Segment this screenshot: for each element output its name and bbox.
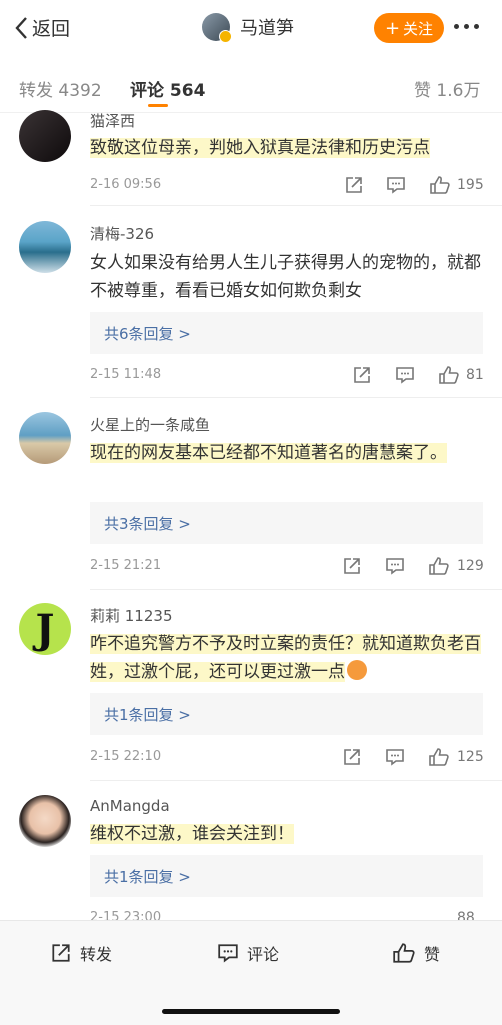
comment-username[interactable]: 火星上的一条咸鱼 bbox=[90, 414, 210, 435]
like-count: 129 bbox=[457, 558, 484, 574]
replies-link[interactable]: 共3条回复 > bbox=[90, 502, 483, 544]
like-button[interactable]: 赞 bbox=[392, 941, 440, 965]
avatar[interactable] bbox=[19, 412, 71, 464]
divider bbox=[90, 397, 502, 398]
like-icon bbox=[393, 943, 415, 963]
like-icon[interactable] bbox=[428, 747, 450, 767]
comment-time: 2-15 21:21 bbox=[90, 558, 162, 573]
tab-label: 赞 bbox=[414, 81, 431, 101]
comment-label: 评论 bbox=[247, 945, 280, 964]
comment-icon[interactable] bbox=[385, 747, 405, 767]
chevron-left-icon bbox=[15, 16, 27, 39]
tab-likes[interactable]: 赞 1.6万 bbox=[414, 76, 480, 101]
tab-label: 评论 bbox=[130, 81, 164, 101]
replies-link[interactable]: 共1条回复 > bbox=[90, 855, 483, 897]
comment-icon bbox=[218, 944, 238, 963]
top-bar: 返回 马道笋 + 关注 bbox=[0, 0, 502, 56]
more-icon[interactable] bbox=[454, 24, 479, 29]
tab-bar: 转发 4392 评论 564 赞 1.6万 bbox=[0, 60, 502, 113]
divider bbox=[90, 780, 502, 781]
avatar[interactable] bbox=[19, 110, 71, 162]
comment-username[interactable]: 清梅-326 bbox=[90, 223, 154, 244]
comment-time: 2-16 09:56 bbox=[90, 177, 162, 192]
replies-link[interactable]: 共1条回复 > bbox=[90, 693, 483, 735]
tab-comments[interactable]: 评论 564 bbox=[130, 76, 205, 101]
avatar[interactable] bbox=[19, 795, 71, 847]
comment-text: 现在的网友基本已经都不知道著名的唐慧案了。 bbox=[90, 443, 447, 463]
back-button[interactable]: 返回 bbox=[14, 14, 70, 41]
repost-icon[interactable] bbox=[342, 747, 362, 767]
comment-username[interactable]: 莉莉 11235 bbox=[90, 605, 173, 626]
comment-time: 2-15 23:00 bbox=[90, 910, 162, 920]
tab-label: 转发 bbox=[19, 81, 53, 101]
back-label: 返回 bbox=[32, 18, 71, 40]
like-count: 81 bbox=[466, 367, 484, 383]
tab-repost[interactable]: 转发 4392 bbox=[19, 76, 102, 101]
like-icon[interactable] bbox=[428, 556, 450, 576]
comment-time: 2-15 22:10 bbox=[90, 749, 162, 764]
comment-icon[interactable] bbox=[385, 556, 405, 576]
like-icon[interactable] bbox=[438, 365, 460, 385]
avatar[interactable] bbox=[19, 221, 71, 273]
repost-icon bbox=[52, 944, 70, 962]
tab-indicator bbox=[148, 104, 168, 107]
repost-icon[interactable] bbox=[342, 556, 362, 576]
comment-text: 女人如果没有给男人生儿子获得男人的宠物的，就都不被尊重，看看已婚女如何欺负剩女 bbox=[90, 253, 481, 301]
comment-meta: 2-15 21:21 129 bbox=[90, 556, 485, 578]
follow-button[interactable]: + 关注 bbox=[374, 13, 444, 43]
avatar[interactable]: J bbox=[19, 603, 71, 655]
tab-count: 1.6万 bbox=[436, 81, 481, 101]
comment-icon[interactable] bbox=[386, 175, 406, 195]
comment-icon[interactable] bbox=[395, 365, 415, 385]
follow-label: 关注 bbox=[403, 19, 434, 38]
tab-count: 564 bbox=[169, 81, 206, 101]
comment-button[interactable]: 评论 bbox=[217, 941, 279, 965]
plus-icon: + bbox=[384, 17, 401, 39]
page-title: 马道笋 bbox=[240, 18, 294, 39]
comment-text: 维权不过激，谁会关注到！ bbox=[90, 824, 294, 844]
comment-meta: 2-15 23:00 88 bbox=[90, 908, 485, 920]
verified-badge-icon bbox=[219, 30, 232, 43]
like-icon[interactable] bbox=[429, 175, 451, 195]
replies-link[interactable]: 共6条回复 > bbox=[90, 312, 483, 354]
comment-meta: 2-16 09:56 195 bbox=[90, 175, 485, 197]
like-count: 125 bbox=[457, 749, 484, 765]
comment-username[interactable]: 猫泽西 bbox=[90, 110, 135, 131]
divider bbox=[90, 205, 502, 206]
avatar-letter: J bbox=[35, 605, 55, 653]
like-count: 88 bbox=[457, 910, 475, 920]
divider bbox=[90, 589, 502, 590]
tab-count: 4392 bbox=[58, 81, 102, 101]
home-indicator bbox=[162, 1009, 340, 1014]
comment-text: 致敬这位母亲，判她入狱真是法律和历史污点 bbox=[90, 138, 430, 158]
repost-icon[interactable] bbox=[344, 175, 364, 195]
bottom-action-bar: 转发 评论 赞 bbox=[0, 920, 502, 1025]
profile-header[interactable]: 马道笋 bbox=[202, 13, 294, 43]
emoji-icon bbox=[347, 660, 367, 680]
comment-username[interactable]: AnMangda bbox=[90, 797, 170, 815]
avatar[interactable] bbox=[202, 13, 232, 43]
comment-meta: 2-15 11:48 81 bbox=[90, 365, 485, 387]
like-count: 195 bbox=[457, 177, 484, 193]
comment-text: 咋不追究警方不予及时立案的责任？就知道欺负老百姓，过激个屁，还可以更过激一点 bbox=[90, 634, 481, 682]
repost-button[interactable]: 转发 bbox=[50, 941, 112, 965]
repost-icon[interactable] bbox=[352, 365, 372, 385]
repost-label: 转发 bbox=[80, 945, 113, 964]
like-label: 赞 bbox=[424, 945, 441, 964]
comment-time: 2-15 11:48 bbox=[90, 367, 162, 382]
comment-meta: 2-15 22:10 125 bbox=[90, 747, 485, 769]
